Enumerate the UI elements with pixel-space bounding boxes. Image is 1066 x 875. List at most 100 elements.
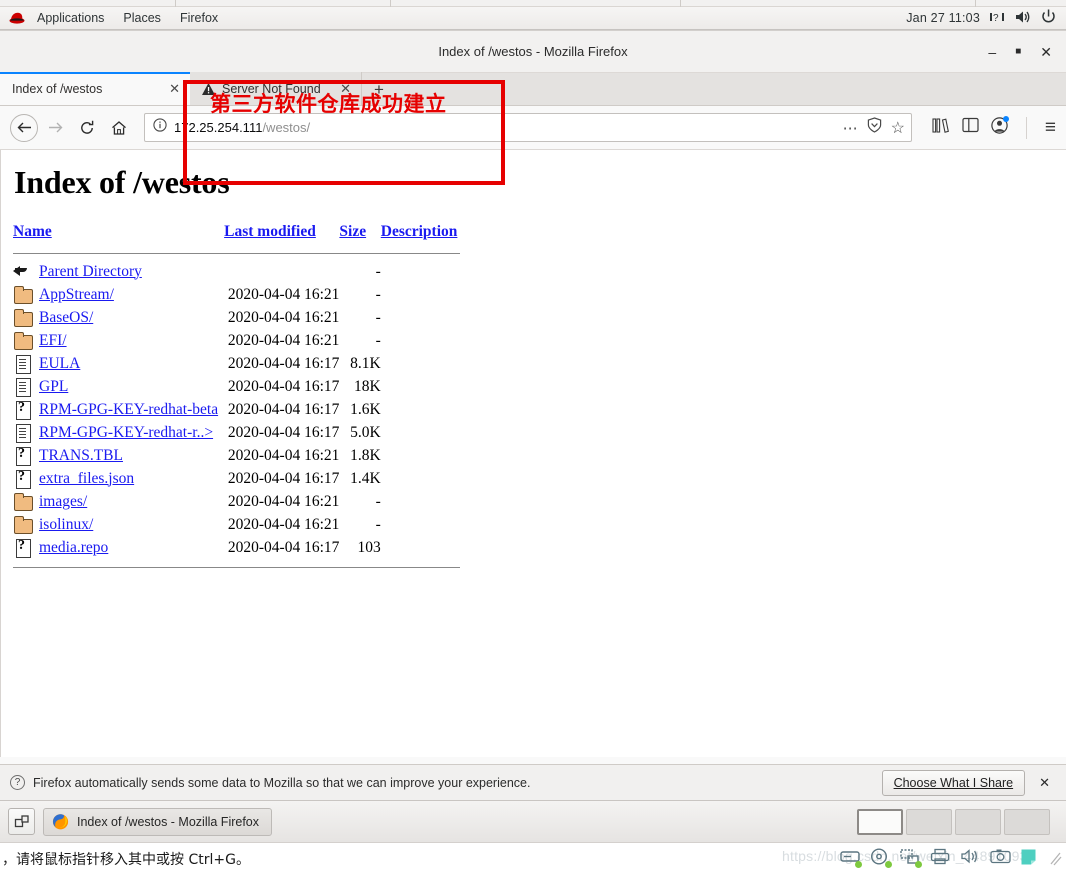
bookmark-star-icon[interactable]: ☆: [891, 118, 905, 138]
row-icon-cell: [13, 375, 39, 398]
row-description-cell: [381, 283, 460, 306]
window-close-button[interactable]: ✕: [1040, 45, 1052, 59]
choose-what-i-share-label: Choose What I Share: [893, 775, 1014, 790]
sort-by-date-link[interactable]: Last modified: [224, 223, 316, 240]
sort-by-size-link[interactable]: Size: [339, 223, 366, 240]
row-size-cell: 8.1K: [350, 354, 381, 372]
annotation-text: 第三方软件仓库成功建立: [210, 92, 447, 116]
page-info-icon[interactable]: [153, 118, 167, 137]
panel-menu-firefox[interactable]: Firefox: [172, 8, 226, 28]
file-link[interactable]: images/: [39, 493, 87, 510]
table-row: EFI/2020-04-04 16:21 -: [13, 329, 460, 352]
app-menu-icon[interactable]: ≡: [1045, 117, 1056, 139]
file-link[interactable]: media.repo: [39, 539, 108, 556]
table-row: BaseOS/2020-04-04 16:21 -: [13, 306, 460, 329]
accessibility-icon[interactable]: ?: [990, 10, 1005, 27]
sort-by-name-link[interactable]: Name: [13, 223, 52, 240]
reload-button[interactable]: [72, 113, 102, 143]
column-header-last-modified: Last modified: [224, 223, 339, 248]
row-modified-cell: 2020-04-04 16:17: [227, 354, 340, 372]
table-row: Parent Directory -: [13, 260, 460, 283]
row-modified-cell: 2020-04-04 16:17: [227, 423, 340, 441]
file-link[interactable]: GPL: [39, 378, 68, 395]
page-content: Index of /westos Name Last modified Size: [0, 150, 1066, 757]
power-icon[interactable]: [1041, 9, 1056, 27]
redhat-logo-icon: [8, 11, 26, 25]
window-title: Index of /westos - Mozilla Firefox: [438, 44, 628, 59]
choose-what-i-share-button[interactable]: Choose What I Share: [881, 769, 1026, 796]
row-description-cell: [381, 513, 460, 536]
folder-icon: [13, 307, 33, 328]
file-link[interactable]: EULA: [39, 355, 80, 372]
row-size-cell: -: [375, 331, 381, 349]
row-description-cell: [381, 329, 460, 352]
row-modified-cell: 2020-04-04 16:21: [227, 331, 340, 349]
file-link[interactable]: Parent Directory: [39, 263, 142, 280]
row-description-cell: [381, 260, 460, 283]
file-link[interactable]: EFI/: [39, 332, 67, 349]
row-size-cell: -: [375, 515, 381, 533]
vm-notes-icon[interactable]: [1020, 848, 1041, 867]
panel-menu-applications[interactable]: Applications: [29, 8, 112, 28]
window-maximize-button[interactable]: ■: [1015, 47, 1021, 57]
row-name-cell: Parent Directory: [39, 260, 224, 283]
vm-cd-icon[interactable]: [870, 848, 892, 868]
sidebar-icon[interactable]: [962, 117, 979, 138]
window-minimize-button[interactable]: –: [988, 45, 996, 59]
forward-button[interactable]: [40, 113, 70, 143]
row-modified-cell: [224, 260, 339, 283]
row-modified-cell: 2020-04-04 16:21: [227, 285, 340, 303]
file-link[interactable]: isolinux/: [39, 516, 93, 533]
tab-index-of-westos[interactable]: Index of /westos ✕: [0, 72, 190, 105]
vm-network-icon[interactable]: [900, 848, 922, 868]
workspace-4[interactable]: [1004, 808, 1050, 835]
home-button[interactable]: [104, 113, 134, 143]
workspace-1[interactable]: [857, 808, 903, 835]
row-icon-cell: [13, 306, 39, 329]
url-input[interactable]: 172.25.254.111/westos/: [174, 120, 836, 135]
file-link[interactable]: RPM-GPG-KEY-redhat-r..>: [39, 424, 213, 441]
row-description-cell: [381, 352, 460, 375]
row-description-cell: [381, 306, 460, 329]
file-link[interactable]: BaseOS/: [39, 309, 93, 326]
tab-close-icon[interactable]: ✕: [169, 81, 180, 97]
workspace-3[interactable]: [955, 808, 1001, 835]
panel-menu-places[interactable]: Places: [115, 8, 169, 28]
taskbar-window-button[interactable]: Index of /westos - Mozilla Firefox: [43, 807, 273, 836]
volume-icon[interactable]: [1015, 10, 1031, 27]
file-link[interactable]: AppStream/: [39, 286, 114, 303]
library-icon[interactable]: [932, 117, 950, 139]
vm-resize-grip[interactable]: [1050, 850, 1062, 866]
question-icon: ?: [10, 775, 25, 790]
vm-harddisk-icon[interactable]: [840, 848, 862, 868]
column-header-description: Description: [381, 223, 460, 248]
folder-icon: [13, 491, 33, 512]
tab-label: Index of /westos: [12, 81, 103, 96]
data-notification-bar: ? Firefox automatically sends some data …: [0, 764, 1066, 800]
notification-close-icon[interactable]: ✕: [1033, 775, 1056, 791]
workspace-2[interactable]: [906, 808, 952, 835]
workspace-switcher[interactable]: [857, 808, 1058, 835]
row-name-cell: BaseOS/: [39, 306, 224, 329]
file-link[interactable]: TRANS.TBL: [39, 447, 123, 464]
show-desktop-icon[interactable]: [8, 808, 35, 835]
file-link[interactable]: RPM-GPG-KEY-redhat-beta: [39, 401, 218, 418]
panel-clock[interactable]: Jan 27 11:03: [906, 11, 980, 25]
vm-camera-icon[interactable]: [990, 848, 1011, 867]
file-link[interactable]: extra_files.json: [39, 470, 134, 487]
row-size-cell: 5.0K: [350, 423, 381, 441]
notification-text: Firefox automatically sends some data to…: [33, 775, 531, 790]
row-icon-cell: [13, 536, 39, 559]
account-notification-dot: [1002, 115, 1009, 122]
account-icon[interactable]: [991, 115, 1009, 139]
back-button[interactable]: [10, 113, 38, 142]
unknown-file-icon: [13, 399, 33, 420]
firefox-icon: [52, 813, 69, 830]
row-icon-cell: [13, 490, 39, 513]
row-icon-cell: [13, 283, 39, 306]
vm-sound-icon[interactable]: [960, 848, 981, 867]
page-actions-icon[interactable]: ⋯: [843, 119, 858, 137]
vm-printer-icon[interactable]: [930, 848, 951, 867]
shield-icon[interactable]: [867, 117, 882, 138]
sort-by-description-link[interactable]: Description: [381, 223, 458, 240]
